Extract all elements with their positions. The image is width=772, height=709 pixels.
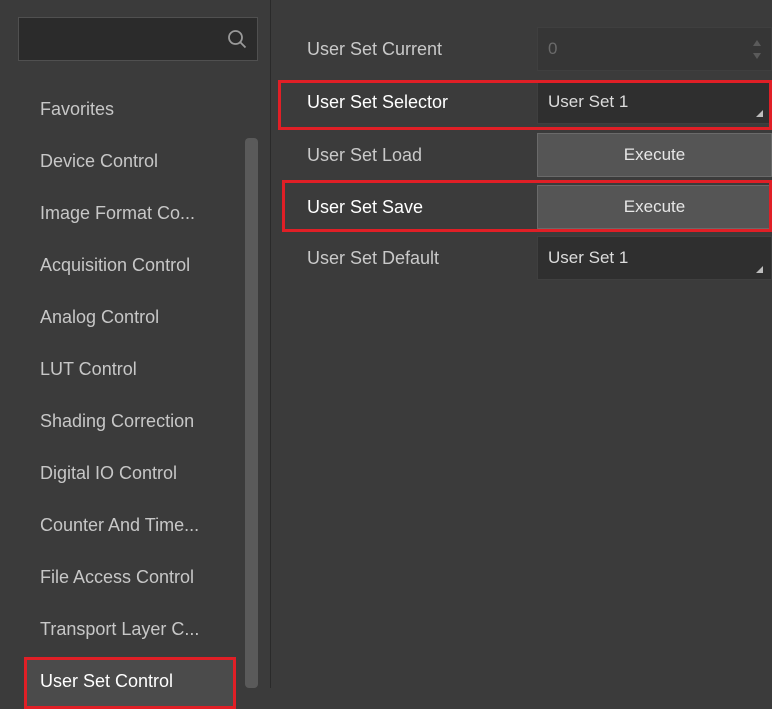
dropdown-corner-icon (756, 110, 763, 117)
sidebar-item-file-access-control[interactable]: File Access Control (24, 553, 236, 605)
user-set-default-label: User Set Default (307, 248, 440, 268)
user-set-selector-value: User Set 1 (548, 92, 629, 111)
row-user-set-current: User Set Current 0 (271, 27, 772, 75)
row-user-set-save: User Set Save Execute (271, 185, 772, 233)
sidebar-item-analog-control[interactable]: Analog Control (24, 293, 236, 345)
user-set-default-value: User Set 1 (548, 248, 629, 267)
dropdown-corner-icon (756, 266, 763, 273)
user-set-save-label: User Set Save (307, 197, 424, 217)
user-set-current-label: User Set Current (307, 39, 443, 59)
sidebar-item-lut-control[interactable]: LUT Control (24, 345, 236, 397)
sidebar-item-image-format-control[interactable]: Image Format Co... (24, 189, 236, 241)
search-icon[interactable] (227, 29, 247, 49)
user-set-save-execute-button[interactable]: Execute (537, 185, 772, 229)
sidebar-item-acquisition-control[interactable]: Acquisition Control (24, 241, 236, 293)
user-set-load-execute-button[interactable]: Execute (537, 133, 772, 177)
user-set-selector-label: User Set Selector (307, 92, 449, 112)
sidebar-item-device-control[interactable]: Device Control (24, 137, 236, 189)
sidebar-item-favorites[interactable]: Favorites (24, 85, 236, 137)
spin-down-icon (753, 53, 761, 59)
row-user-set-default: User Set Default User Set 1 (271, 236, 772, 284)
sidebar-item-transport-layer-control[interactable]: Transport Layer C... (24, 605, 236, 657)
row-user-set-load: User Set Load Execute (271, 133, 772, 181)
user-set-current-field: 0 (537, 27, 772, 71)
sidebar-scrollbar[interactable] (245, 138, 258, 688)
user-set-selector-dropdown[interactable]: User Set 1 (537, 80, 772, 124)
sidebar: Favorites Device Control Image Format Co… (0, 0, 262, 709)
sidebar-item-digital-io-control[interactable]: Digital IO Control (24, 449, 236, 501)
user-set-current-value: 0 (548, 39, 558, 58)
user-set-load-label: User Set Load (307, 145, 423, 165)
sidebar-item-user-set-control[interactable]: User Set Control (24, 657, 236, 709)
property-panel: User Set Current 0 User Set Selector Use… (271, 0, 772, 688)
sidebar-item-shading-correction[interactable]: Shading Correction (24, 397, 236, 449)
spin-up-icon (753, 40, 761, 46)
user-set-default-dropdown[interactable]: User Set 1 (537, 236, 772, 280)
category-list: Favorites Device Control Image Format Co… (24, 85, 236, 709)
sidebar-item-counter-and-timer[interactable]: Counter And Time... (24, 501, 236, 553)
search-input[interactable] (18, 17, 258, 61)
row-user-set-selector: User Set Selector User Set 1 (271, 80, 772, 128)
